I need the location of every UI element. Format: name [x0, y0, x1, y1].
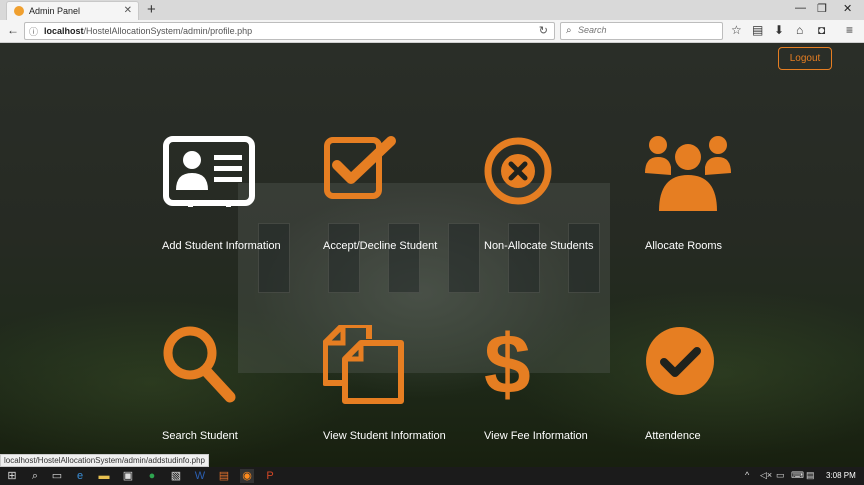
windows-taskbar: ⊞ ⌕ ▭ e ▬ ▣ ● ▧ W ▤ ◉ P ^ ◁× ▭ ⌨ ▤ 3:08 … — [0, 467, 864, 485]
downloads-icon[interactable]: ⬇ — [774, 23, 784, 37]
tile-allocate-rooms[interactable]: Allocate Rooms — [645, 135, 795, 265]
url-path: /HostelAllocationSystem/admin/profile.ph… — [83, 26, 253, 36]
tile-non-allocate-students[interactable]: Non-Allocate Students — [484, 135, 634, 265]
logout-button[interactable]: Logout — [778, 47, 832, 70]
menu-icon[interactable]: ≡ — [846, 23, 853, 37]
xampp-icon[interactable]: ● — [145, 469, 159, 483]
store-icon[interactable]: ▣ — [121, 469, 135, 483]
check-square-icon — [324, 136, 396, 199]
task-view-icon[interactable]: ▭ — [50, 469, 64, 483]
back-icon[interactable]: ← — [7, 23, 19, 37]
app-icon[interactable]: ▧ — [169, 469, 183, 483]
search-input[interactable] — [578, 25, 718, 35]
close-tab-icon[interactable]: ✕ — [124, 5, 132, 16]
notification-icon[interactable]: ▤ — [806, 470, 815, 481]
home-icon[interactable]: ⌂ — [796, 23, 803, 37]
search-icon — [163, 326, 236, 403]
app-orange-icon[interactable]: ▤ — [217, 469, 231, 483]
tab-title: Admin Panel — [29, 6, 81, 16]
new-tab-icon[interactable]: + — [147, 1, 156, 18]
maximize-icon[interactable]: ❐ — [817, 2, 827, 15]
taskbar-clock[interactable]: 3:08 PM — [826, 471, 856, 480]
tile-label: Attendence — [645, 430, 701, 442]
tile-label: Allocate Rooms — [645, 240, 723, 252]
search-bar[interactable]: ⌕ — [560, 22, 723, 40]
bookmark-star-icon[interactable]: ☆ — [731, 23, 742, 37]
reload-icon[interactable]: ↻ — [539, 24, 548, 37]
id-card-icon — [163, 136, 255, 207]
address-bar[interactable]: ⓘ localhost/HostelAllocationSystem/admin… — [24, 22, 555, 40]
tile-view-fee-information[interactable]: $ View Fee Information — [484, 325, 634, 455]
tile-view-student-information[interactable]: View Student Information — [323, 325, 473, 455]
browser-tab-strip: Admin Panel ✕ + — ❐ ✕ — [0, 0, 864, 20]
close-window-icon[interactable]: ✕ — [843, 2, 852, 15]
edge-browser-icon[interactable]: e — [73, 469, 87, 483]
browser-navbar: ← ⓘ localhost/HostelAllocationSystem/adm… — [0, 20, 864, 43]
search-bar-icon: ⌕ — [566, 25, 572, 36]
tile-label: View Student Information — [323, 430, 446, 442]
site-info-icon[interactable]: ⓘ — [29, 25, 38, 38]
language-icon[interactable]: ⌨ — [791, 470, 804, 481]
users-icon — [645, 136, 731, 211]
file-explorer-icon[interactable]: ▬ — [97, 469, 111, 483]
tile-label: Search Student — [162, 430, 238, 442]
tile-search-student[interactable]: Search Student — [162, 325, 312, 455]
pocket-icon[interactable]: ◘ — [818, 23, 825, 37]
reading-list-icon[interactable]: ▤ — [752, 23, 763, 37]
url-text: localhost/HostelAllocationSystem/admin/p… — [44, 26, 252, 36]
tile-label: Non-Allocate Students — [484, 240, 594, 252]
volume-icon[interactable]: ◁× — [760, 470, 772, 481]
dollar-icon: $ — [484, 325, 531, 411]
tile-label: View Fee Information — [484, 430, 588, 442]
admin-panel-page: Logout Add Student Information Accept/De… — [0, 43, 864, 467]
start-windows-icon[interactable]: ⊞ — [5, 469, 19, 483]
word-icon[interactable]: W — [193, 469, 207, 483]
tile-label: Add Student Information — [162, 240, 281, 252]
svg-text:$: $ — [484, 325, 531, 411]
tile-accept-decline-student[interactable]: Accept/Decline Student — [323, 135, 473, 265]
tray-chevron-icon[interactable]: ^ — [745, 470, 749, 480]
tile-add-student-information[interactable]: Add Student Information — [162, 135, 312, 265]
minimize-icon[interactable]: — — [795, 2, 806, 14]
browser-tab[interactable]: Admin Panel ✕ — [6, 1, 139, 20]
times-circle-icon — [484, 137, 552, 205]
files-icon — [323, 325, 404, 404]
firefox-icon[interactable]: ◉ — [240, 469, 254, 483]
tile-attendence[interactable]: Attendence — [645, 325, 795, 455]
powerpoint-icon[interactable]: P — [263, 469, 277, 483]
cortana-search-icon[interactable]: ⌕ — [28, 469, 42, 483]
url-host: localhost — [44, 26, 84, 36]
favicon-icon — [14, 6, 24, 16]
status-link-tooltip: localhost/HostelAllocationSystem/admin/a… — [0, 454, 210, 467]
check-circle-icon — [646, 327, 714, 395]
tile-label: Accept/Decline Student — [323, 240, 438, 252]
network-icon[interactable]: ▭ — [776, 470, 785, 481]
